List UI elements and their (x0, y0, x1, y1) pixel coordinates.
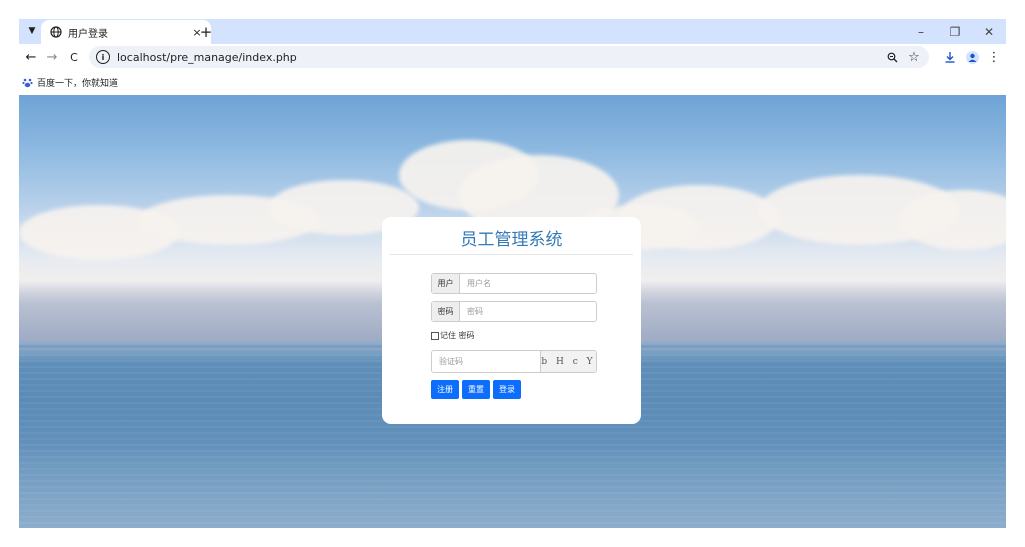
profile-icon[interactable] (963, 48, 981, 66)
browser-window: ▼ 用户登录 × + – ❐ ✕ ← → C i localhost/pre_m… (19, 19, 1006, 528)
captcha-image[interactable]: b H c Y (540, 351, 596, 372)
action-buttons: 注册 重置 登录 (431, 380, 521, 399)
new-tab-button[interactable]: + (196, 22, 216, 42)
username-input[interactable] (460, 274, 596, 293)
page-title: 员工管理系统 (460, 230, 563, 250)
address-url[interactable]: localhost/pre_manage/index.php (117, 51, 883, 64)
password-input[interactable] (460, 302, 596, 321)
tab-title: 用户登录 (68, 28, 108, 40)
back-button[interactable]: ← (22, 48, 40, 66)
remember-password[interactable]: 记住 密码 (431, 330, 475, 341)
site-info-icon[interactable]: i (96, 50, 110, 64)
tab-search-icon[interactable]: ▼ (23, 22, 41, 40)
minimize-button[interactable]: – (904, 19, 938, 44)
password-label: 密码 (432, 302, 460, 321)
register-button[interactable]: 注册 (431, 380, 459, 399)
captcha-input[interactable] (432, 351, 540, 372)
globe-icon (50, 26, 62, 38)
login-button[interactable]: 登录 (493, 380, 521, 399)
tab-active[interactable]: 用户登录 × (41, 20, 211, 44)
forward-button[interactable]: → (43, 48, 61, 66)
username-label: 用户 (432, 274, 460, 293)
download-icon[interactable] (941, 48, 959, 66)
address-bar[interactable]: i localhost/pre_manage/index.php ☆ (89, 46, 929, 68)
captcha-text: b H c Y (541, 356, 596, 367)
zoom-icon[interactable] (883, 48, 901, 66)
remember-label: 记住 密码 (440, 331, 475, 340)
restore-button[interactable]: ❐ (938, 19, 972, 44)
password-group: 密码 (431, 301, 597, 322)
login-card: 员工管理系统 用户 密码 记住 密码 b H c Y 注册 (382, 217, 641, 424)
title-divider (390, 254, 633, 255)
browser-toolbar: ← → C i localhost/pre_manage/index.php ☆… (19, 44, 1006, 70)
bookmark-star-icon[interactable]: ☆ (905, 48, 923, 66)
bookmark-baidu[interactable]: 百度一下，你就知道 (22, 76, 118, 89)
window-controls: – ❐ ✕ (904, 19, 1006, 44)
username-group: 用户 (431, 273, 597, 294)
close-window-button[interactable]: ✕ (972, 19, 1006, 44)
login-page: 员工管理系统 用户 密码 记住 密码 b H c Y 注册 (19, 95, 1006, 528)
more-menu-icon[interactable]: ⋮ (985, 48, 1003, 66)
tab-strip: ▼ 用户登录 × + – ❐ ✕ (19, 19, 1006, 44)
reset-button[interactable]: 重置 (462, 380, 490, 399)
baidu-paw-icon (22, 77, 33, 88)
bookmark-label: 百度一下，你就知道 (37, 78, 119, 89)
remember-checkbox[interactable] (431, 331, 439, 340)
reload-button[interactable]: C (65, 48, 83, 66)
bookmarks-bar: 百度一下，你就知道 (19, 70, 1006, 94)
captcha-group: b H c Y (431, 350, 597, 373)
